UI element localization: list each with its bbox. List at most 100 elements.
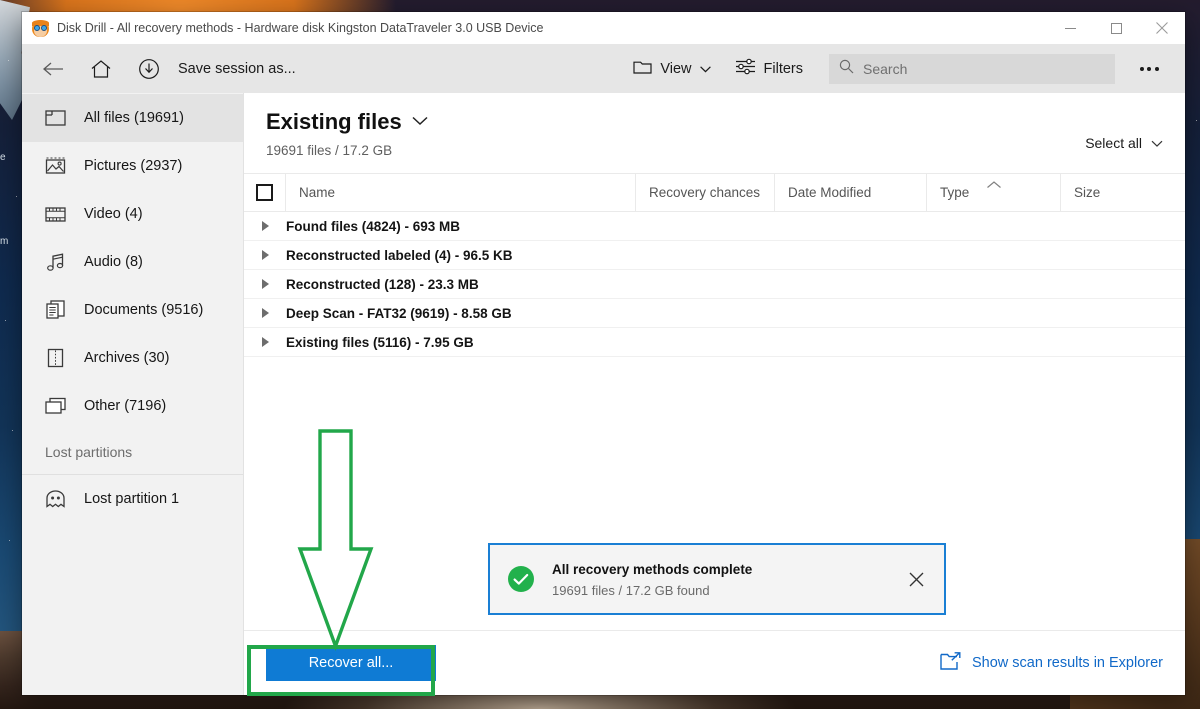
desktop-text-fragment: m — [0, 236, 9, 247]
column-header-size[interactable]: Size — [1061, 174, 1185, 211]
window-controls — [1047, 12, 1185, 44]
sidebar-item-documents[interactable]: Documents (9516) — [22, 286, 243, 334]
sidebar-item-label: Other (7196) — [84, 398, 167, 414]
table-row[interactable]: Reconstructed (128) - 23.3 MB — [244, 270, 1185, 299]
column-header-type[interactable]: Type — [927, 174, 1061, 211]
sidebar-item-label: Audio (8) — [84, 254, 143, 270]
view-button[interactable]: View — [623, 53, 720, 85]
save-session-label[interactable]: Save session as... — [174, 61, 304, 77]
column-header-date-modified[interactable]: Date Modified — [775, 174, 927, 211]
title-bar: Disk Drill - All recovery methods - Hard… — [22, 12, 1185, 44]
wallpaper-star — [12, 430, 13, 431]
table-row[interactable]: Reconstructed labeled (4) - 96.5 KB — [244, 241, 1185, 270]
row-name: Reconstructed (128) - 23.3 MB — [286, 276, 479, 292]
window-body: All files (19691) Pictures (2937) Video … — [22, 93, 1185, 695]
command-bar-left: Save session as... — [30, 47, 304, 91]
bottom-action-bar: Recover all... Show scan results in Expl… — [244, 630, 1185, 695]
close-icon[interactable] — [902, 565, 930, 593]
show-in-explorer-link[interactable]: Show scan results in Explorer — [940, 651, 1163, 675]
chevron-down-icon — [1151, 135, 1163, 151]
expand-arrow-icon[interactable] — [244, 221, 286, 231]
expand-arrow-icon[interactable] — [244, 308, 286, 318]
open-in-explorer-icon — [940, 651, 961, 675]
search-input[interactable]: Search — [829, 53, 1115, 84]
wallpaper-star — [9, 540, 10, 541]
sidebar-item-archives[interactable]: Archives (30) — [22, 334, 243, 382]
sidebar-item-label: Documents (9516) — [84, 302, 204, 318]
search-placeholder: Search — [863, 60, 908, 77]
sidebar-item-audio[interactable]: Audio (8) — [22, 238, 243, 286]
page-subtitle: 19691 files / 17.2 GB — [266, 143, 393, 158]
video-icon — [45, 204, 66, 225]
main-panel: Existing files 19691 files / 17.2 GB Sel… — [244, 93, 1185, 695]
wallpaper-star — [16, 196, 17, 197]
download-icon[interactable] — [126, 47, 172, 91]
ghost-icon — [45, 489, 66, 510]
recover-all-button[interactable]: Recover all... — [266, 645, 436, 681]
page-title-row[interactable]: Existing files — [266, 109, 1163, 135]
archives-icon — [45, 348, 66, 369]
chevron-down-icon — [699, 61, 711, 77]
minimize-button[interactable] — [1047, 12, 1093, 44]
expand-arrow-icon[interactable] — [244, 279, 286, 289]
expand-arrow-icon[interactable] — [244, 337, 286, 347]
column-label: Type — [940, 185, 970, 200]
pictures-icon — [45, 156, 66, 177]
other-icon — [45, 396, 66, 417]
checkbox-icon — [256, 184, 273, 201]
audio-icon — [45, 252, 66, 273]
filters-button[interactable]: Filters — [725, 52, 813, 85]
notification-toast: All recovery methods complete 19691 file… — [488, 543, 946, 615]
sidebar-item-lost-partition-1[interactable]: Lost partition 1 — [22, 475, 243, 523]
filters-icon — [735, 58, 756, 79]
sidebar-item-label: All files (19691) — [84, 110, 184, 126]
column-label: Recovery chances — [649, 185, 761, 200]
more-options-icon[interactable] — [1127, 50, 1171, 88]
table-row[interactable]: Deep Scan - FAT32 (9619) - 8.58 GB — [244, 299, 1185, 328]
file-table: Name Recovery chances Date Modified Type — [244, 173, 1185, 357]
all-files-icon — [45, 108, 66, 129]
sidebar-item-pictures[interactable]: Pictures (2937) — [22, 142, 243, 190]
sidebar: All files (19691) Pictures (2937) Video … — [22, 93, 244, 695]
select-all-button[interactable]: Select all — [1085, 135, 1163, 151]
expand-arrow-icon[interactable] — [244, 250, 286, 260]
table-row[interactable]: Existing files (5116) - 7.95 GB — [244, 328, 1185, 357]
sidebar-section-lost-partitions: Lost partitions — [45, 444, 133, 460]
home-icon[interactable] — [78, 47, 124, 91]
close-button[interactable] — [1139, 12, 1185, 44]
command-bar: Save session as... View Filters Search — [22, 44, 1185, 93]
sort-ascending-icon — [986, 177, 1002, 192]
select-all-label: Select all — [1085, 135, 1142, 151]
column-header-name[interactable]: Name — [286, 174, 636, 211]
back-arrow-icon[interactable] — [30, 47, 76, 91]
sidebar-item-all-files[interactable]: All files (19691) — [22, 94, 243, 142]
window-title: Disk Drill - All recovery methods - Hard… — [57, 21, 544, 35]
row-name: Deep Scan - FAT32 (9619) - 8.58 GB — [286, 305, 512, 321]
row-name: Existing files (5116) - 7.95 GB — [286, 334, 474, 350]
desktop-text-fragment: e — [0, 152, 6, 163]
chevron-down-icon[interactable] — [412, 113, 428, 131]
table-row[interactable]: Found files (4824) - 693 MB — [244, 212, 1185, 241]
page-title: Existing files — [266, 109, 402, 134]
disk-drill-window: Disk Drill - All recovery methods - Hard… — [22, 12, 1185, 695]
sidebar-item-label: Archives (30) — [84, 350, 170, 366]
table-header-row: Name Recovery chances Date Modified Type — [244, 174, 1185, 212]
select-all-checkbox[interactable] — [244, 174, 286, 211]
column-label: Date Modified — [788, 185, 872, 200]
documents-icon — [45, 300, 66, 321]
maximize-button[interactable] — [1093, 12, 1139, 44]
column-header-recovery-chances[interactable]: Recovery chances — [636, 174, 775, 211]
main-header: Existing files 19691 files / 17.2 GB Sel… — [244, 93, 1185, 158]
sidebar-item-video[interactable]: Video (4) — [22, 190, 243, 238]
toast-subtitle: 19691 files / 17.2 GB found — [552, 582, 710, 598]
column-label: Name — [299, 185, 336, 200]
sidebar-item-other[interactable]: Other (7196) — [22, 382, 243, 430]
sidebar-item-label: Pictures (2937) — [84, 158, 183, 174]
toast-title: All recovery methods complete — [552, 561, 753, 577]
filters-label: Filters — [763, 60, 803, 77]
sidebar-item-label: Lost partition 1 — [84, 491, 180, 507]
sidebar-item-label: Video (4) — [84, 206, 143, 222]
show-in-explorer-label: Show scan results in Explorer — [972, 655, 1163, 671]
view-label: View — [660, 60, 692, 77]
command-bar-right: View Filters Search — [623, 50, 1171, 88]
